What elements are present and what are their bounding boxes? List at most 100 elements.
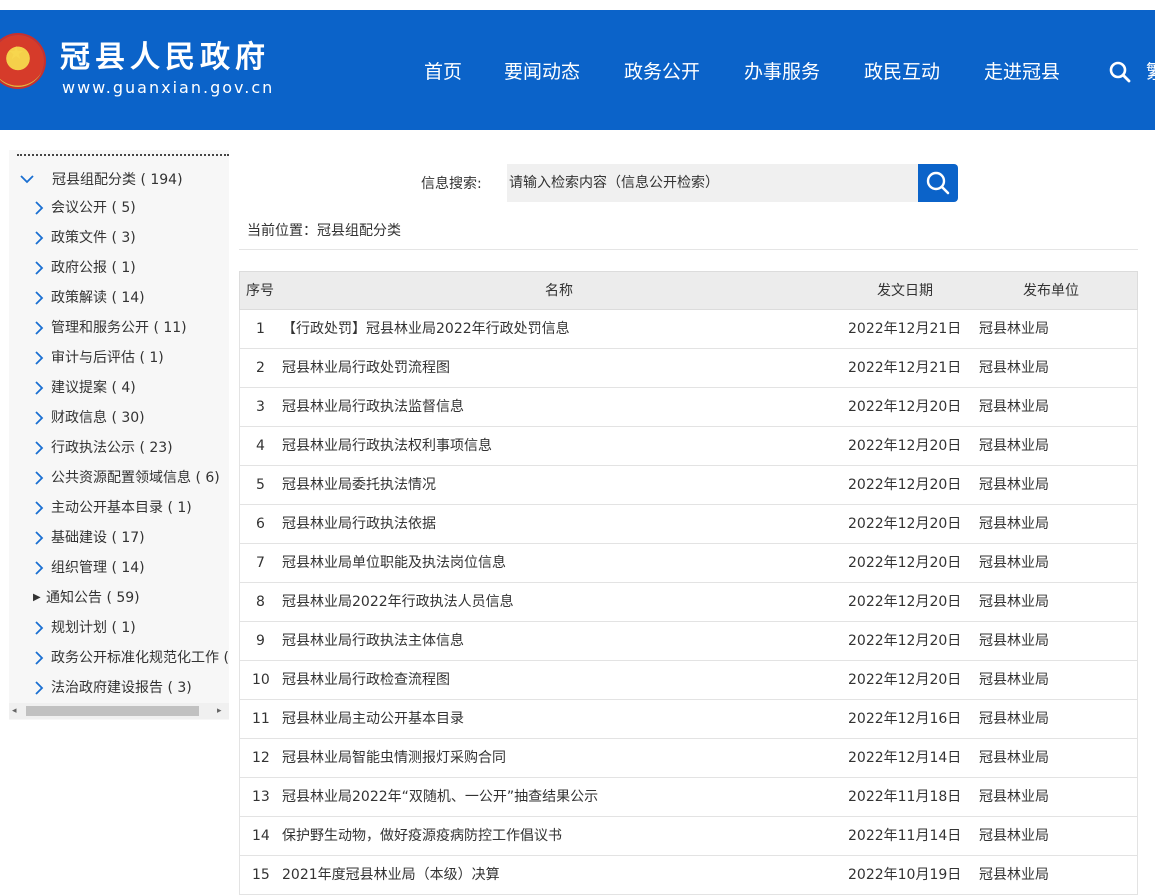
row-title-link[interactable]: 保护野生动物，做好疫源疫病防控工作倡议书 — [282, 827, 562, 845]
row-title-link[interactable]: 冠县林业局行政检查流程图 — [282, 671, 450, 689]
row-index: 6 — [256, 516, 265, 532]
search-button[interactable] — [918, 164, 958, 202]
row-index: 3 — [256, 399, 265, 415]
table-row[interactable]: 10 冠县林业局行政检查流程图 2022年12月20日 冠县林业局 — [239, 661, 1138, 700]
tree-root-label[interactable]: 冠县组配分类 ( 194) — [52, 170, 183, 190]
tree-item-label[interactable]: 财政信息 ( 30) — [51, 408, 145, 428]
search-icon[interactable] — [1108, 60, 1132, 84]
tree-item-label[interactable]: 公共资源配置领域信息 ( 6) — [51, 468, 220, 488]
chevron-right-icon[interactable] — [33, 560, 45, 576]
row-unit: 冠县林业局 — [979, 672, 1049, 688]
chevron-right-icon[interactable] — [33, 380, 45, 396]
row-date: 2022年12月20日 — [848, 477, 962, 493]
national-emblem-icon: ★ — [0, 35, 44, 87]
nav-about[interactable]: 走进冠县 — [984, 59, 1060, 85]
chevron-down-icon[interactable] — [19, 173, 35, 185]
scroll-right-icon[interactable]: ▸ — [217, 706, 222, 716]
row-title-link[interactable]: 冠县林业局2022年行政执法人员信息 — [282, 593, 514, 611]
table-row[interactable]: 9 冠县林业局行政执法主体信息 2022年12月20日 冠县林业局 — [239, 622, 1138, 661]
tree-item-label[interactable]: 政策解读 ( 14) — [51, 288, 145, 308]
nav-home[interactable]: 首页 — [424, 59, 462, 85]
chevron-right-icon[interactable] — [33, 470, 45, 486]
chevron-right-icon[interactable] — [33, 500, 45, 516]
chevron-right-icon[interactable] — [33, 260, 45, 276]
row-index: 15 — [252, 867, 270, 883]
tree-item-label[interactable]: 主动公开基本目录 ( 1) — [51, 498, 192, 518]
table-row[interactable]: 11 冠县林业局主动公开基本目录 2022年12月16日 冠县林业局 — [239, 700, 1138, 739]
sidebar-divider — [17, 154, 229, 156]
tree-item-label[interactable]: 组织管理 ( 14) — [51, 558, 145, 578]
row-title-link[interactable]: 冠县林业局主动公开基本目录 — [282, 710, 464, 728]
row-unit: 冠县林业局 — [979, 594, 1049, 610]
tree-item-label[interactable]: 政务公开标准化规范化工作 ( — [51, 648, 229, 668]
site-url[interactable]: www.guanxian.gov.cn — [62, 78, 274, 98]
tree-item-label[interactable]: 政策文件 ( 3) — [51, 228, 136, 248]
tree-item-label[interactable]: 会议公开 ( 5) — [51, 198, 136, 218]
row-date: 2022年11月14日 — [848, 828, 962, 844]
chevron-right-icon[interactable] — [33, 230, 45, 246]
table-row[interactable]: 7 冠县林业局单位职能及执法岗位信息 2022年12月20日 冠县林业局 — [239, 544, 1138, 583]
tree-item-label[interactable]: 建议提案 ( 4) — [51, 378, 136, 398]
tree-item-label[interactable]: 通知公告 ( 59) — [46, 588, 140, 608]
tree-item-label[interactable]: 法治政府建设报告 ( 3) — [51, 678, 192, 698]
tree-item-label[interactable]: 行政执法公示 ( 23) — [51, 438, 173, 458]
chevron-right-icon[interactable] — [33, 530, 45, 546]
nav-government-affairs[interactable]: 政务公开 — [624, 59, 700, 85]
column-header-index: 序号 — [246, 283, 274, 299]
nav-interaction[interactable]: 政民互动 — [864, 59, 940, 85]
nav-news[interactable]: 要闻动态 — [504, 59, 580, 85]
chevron-right-icon[interactable] — [33, 650, 45, 666]
table-row[interactable]: 3 冠县林业局行政执法监督信息 2022年12月20日 冠县林业局 — [239, 388, 1138, 427]
row-index: 8 — [256, 594, 265, 610]
row-title-link[interactable]: 2021年度冠县林业局（本级）决算 — [282, 866, 500, 884]
table-row[interactable]: 8 冠县林业局2022年行政执法人员信息 2022年12月20日 冠县林业局 — [239, 583, 1138, 622]
row-date: 2022年12月21日 — [848, 321, 962, 337]
table-row[interactable]: 6 冠县林业局行政执法依据 2022年12月20日 冠县林业局 — [239, 505, 1138, 544]
chevron-right-icon[interactable] — [33, 290, 45, 306]
search-input[interactable] — [507, 164, 918, 202]
row-date: 2022年12月16日 — [848, 711, 962, 727]
table-row[interactable]: 2 冠县林业局行政处罚流程图 2022年12月21日 冠县林业局 — [239, 349, 1138, 388]
table-row[interactable]: 4 冠县林业局行政执法权利事项信息 2022年12月20日 冠县林业局 — [239, 427, 1138, 466]
tree-item-label[interactable]: 政府公报 ( 1) — [51, 258, 136, 278]
nav-services[interactable]: 办事服务 — [744, 59, 820, 85]
tree-item-label[interactable]: 审计与后评估 ( 1) — [51, 348, 164, 368]
row-unit: 冠县林业局 — [979, 477, 1049, 493]
row-index: 7 — [256, 555, 265, 571]
chevron-right-icon[interactable] — [33, 320, 45, 336]
row-title-link[interactable]: 冠县林业局委托执法情况 — [282, 476, 436, 494]
chevron-right-icon[interactable] — [33, 350, 45, 366]
table-row[interactable]: 12 冠县林业局智能虫情测报灯采购合同 2022年12月14日 冠县林业局 — [239, 739, 1138, 778]
chevron-right-icon[interactable] — [33, 680, 45, 696]
chevron-right-icon[interactable] — [33, 440, 45, 456]
row-title-link[interactable]: 冠县林业局行政处罚流程图 — [282, 359, 450, 377]
nav-overflow-traditional[interactable]: 繁 — [1146, 59, 1155, 85]
row-title-link[interactable]: 冠县林业局行政执法权利事项信息 — [282, 437, 492, 455]
scrollbar-thumb[interactable] — [26, 706, 199, 716]
table-row[interactable]: 15 2021年度冠县林业局（本级）决算 2022年10月19日 冠县林业局 — [239, 856, 1138, 895]
row-title-link[interactable]: 冠县林业局2022年“双随机、一公开”抽查结果公示 — [282, 788, 598, 806]
site-title[interactable]: 冠县人民政府 — [60, 40, 270, 76]
tree-item-label[interactable]: 管理和服务公开 ( 11) — [51, 318, 187, 338]
row-title-link[interactable]: 冠县林业局单位职能及执法岗位信息 — [282, 554, 506, 572]
tree-item-label[interactable]: 规划计划 ( 1) — [51, 618, 136, 638]
chevron-right-icon[interactable] — [33, 200, 45, 216]
row-title-link[interactable]: 冠县林业局行政执法主体信息 — [282, 632, 464, 650]
row-date: 2022年12月20日 — [848, 672, 962, 688]
row-title-link[interactable]: 冠县林业局行政执法监督信息 — [282, 398, 464, 416]
row-unit: 冠县林业局 — [979, 633, 1049, 649]
table-row[interactable]: 13 冠县林业局2022年“双随机、一公开”抽查结果公示 2022年11月18日 冠县… — [239, 778, 1138, 817]
chevron-right-icon[interactable] — [33, 410, 45, 426]
row-date: 2022年11月18日 — [848, 789, 962, 805]
table-row[interactable]: 14 保护野生动物，做好疫源疫病防控工作倡议书 2022年11月14日 冠县林业局 — [239, 817, 1138, 856]
table-row[interactable]: 1 【行政处罚】冠县林业局2022年行政处罚信息 2022年12月21日 冠县林业局 — [239, 310, 1138, 349]
row-unit: 冠县林业局 — [979, 516, 1049, 532]
table-row[interactable]: 5 冠县林业局委托执法情况 2022年12月20日 冠县林业局 — [239, 466, 1138, 505]
scroll-left-icon[interactable]: ◂ — [12, 706, 17, 716]
row-title-link[interactable]: 冠县林业局行政执法依据 — [282, 515, 436, 533]
sidebar-hscrollbar[interactable]: ◂ ▸ — [9, 703, 229, 719]
tree-item-label[interactable]: 基础建设 ( 17) — [51, 528, 145, 548]
chevron-right-icon[interactable] — [33, 620, 45, 636]
row-title-link[interactable]: 冠县林业局智能虫情测报灯采购合同 — [282, 749, 506, 767]
row-title-link[interactable]: 【行政处罚】冠县林业局2022年行政处罚信息 — [282, 320, 570, 338]
